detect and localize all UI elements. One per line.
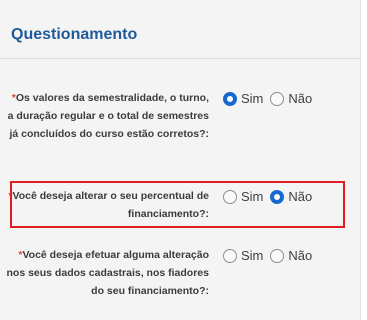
questionnaire-panel: Questionamento *Os valores da semestrali… [0,0,361,320]
question-text: Os valores da semestralidade, o turno, a… [7,92,209,140]
radio-selected-icon[interactable] [270,190,285,204]
radio-group: Sim Não [223,247,319,265]
radio-unselected-icon[interactable] [270,92,285,106]
option-label: Não [288,91,313,106]
option-nao[interactable]: Não [270,247,312,265]
option-sim[interactable]: Sim [223,188,263,206]
question-label: *Você deseja alterar o seu percentual de… [6,187,209,223]
option-label: Não [288,189,313,204]
question-label: *Os valores da semestralidade, o turno, … [6,89,209,143]
radio-selected-icon[interactable] [223,92,237,106]
option-label: Sim [241,189,264,204]
section-title: Questionamento [11,26,138,43]
radio-unselected-icon[interactable] [223,190,237,204]
option-label: Sim [241,91,264,106]
option-nao[interactable]: Não [270,188,312,206]
question-text: Você deseja efetuar alguma alteração nos… [6,249,210,297]
question-text: Você deseja alterar o seu percentual de … [12,190,209,220]
section-header: Questionamento [0,0,360,59]
question-label: *Você deseja efetuar alguma alteração no… [6,246,210,300]
radio-group: Sim Não [223,188,319,206]
radio-unselected-icon[interactable] [223,249,237,263]
option-sim[interactable]: Sim [223,90,263,108]
option-nao[interactable]: Não [270,90,312,108]
radio-unselected-icon[interactable] [270,249,285,263]
option-sim[interactable]: Sim [223,247,263,265]
radio-group: Sim Não [223,90,319,108]
option-label: Não [288,248,313,263]
option-label: Sim [241,248,264,263]
